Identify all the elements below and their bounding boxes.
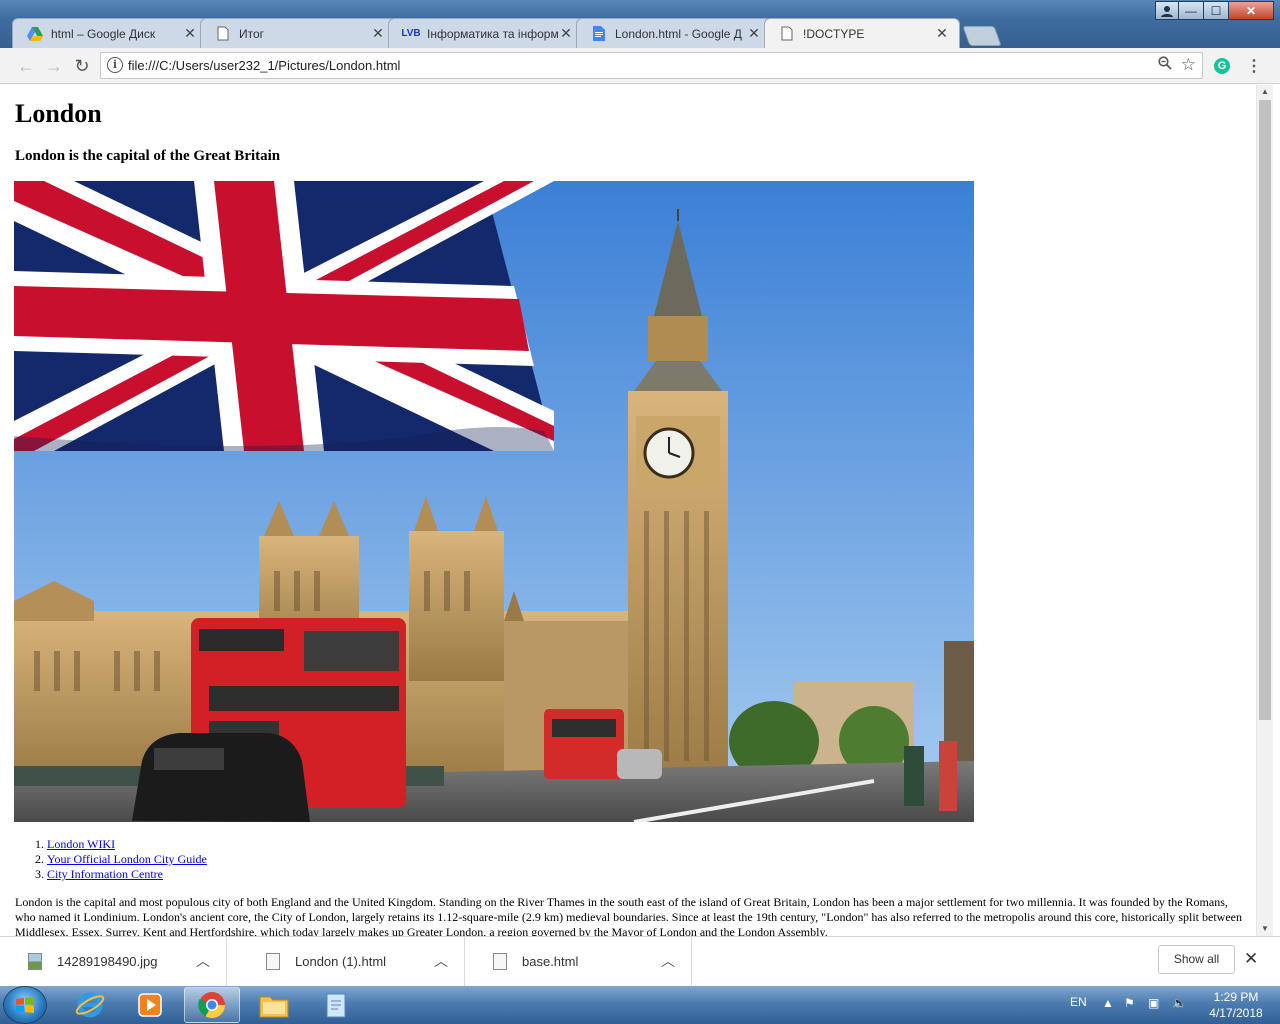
download-filename: 14289198490.jpg xyxy=(57,954,158,969)
document-icon xyxy=(215,26,231,42)
download-item[interactable]: 14289198490.jpg ︿ xyxy=(0,937,227,987)
page-subheading: London is the capital of the Great Brita… xyxy=(15,148,281,164)
scroll-down-arrow-icon[interactable]: ▼ xyxy=(1257,922,1273,936)
media-player-taskbar-icon[interactable] xyxy=(122,987,178,1023)
london-city-guide-link[interactable]: Your Official London City Guide xyxy=(47,852,207,866)
clock-date: 4/17/2018 xyxy=(1209,1006,1263,1020)
close-window-button[interactable]: ✕ xyxy=(1228,1,1274,20)
close-tab-icon[interactable]: ✕ xyxy=(935,25,949,42)
show-all-button[interactable]: Show all xyxy=(1158,945,1235,974)
windows-taskbar: EN ▲ ⚑ ▣ 🔈 1:29 PM 4/17/2018 xyxy=(0,986,1280,1024)
tab-london-google-docs[interactable]: London.html - Google Д ✕ xyxy=(576,18,772,48)
download-filename: London (1).html xyxy=(295,954,387,969)
volume-muted-icon[interactable]: 🔈 xyxy=(1172,996,1187,1010)
new-tab-button[interactable] xyxy=(962,26,1002,46)
vertical-scrollbar[interactable]: ▲ ▼ xyxy=(1256,85,1273,936)
browser-toolbar: ← → ↻ i file:///C:/Users/user232_1/Pictu… xyxy=(0,48,1280,84)
tab-title: Інформатика та інформа xyxy=(427,26,559,41)
minimize-button[interactable]: — xyxy=(1178,1,1204,20)
notepad-taskbar-icon[interactable] xyxy=(308,987,364,1023)
start-button[interactable] xyxy=(4,987,46,1023)
london-wiki-link[interactable]: London WIKI xyxy=(47,837,115,851)
action-center-flag-icon[interactable]: ⚑ xyxy=(1124,996,1135,1010)
show-hidden-icons-icon[interactable]: ▲ xyxy=(1102,996,1114,1010)
file-explorer-taskbar-icon[interactable] xyxy=(246,987,302,1023)
info-icon[interactable]: i xyxy=(107,57,123,73)
clock-time: 1:29 PM xyxy=(1213,990,1259,1004)
language-indicator[interactable]: EN xyxy=(1070,995,1087,1009)
network-icon[interactable]: ▣ xyxy=(1148,996,1159,1010)
page-heading: London xyxy=(15,99,102,128)
chevron-up-icon[interactable]: ︿ xyxy=(661,951,675,971)
browser-menu-button[interactable]: ⋮ xyxy=(1246,56,1262,76)
close-tab-icon[interactable]: ✕ xyxy=(747,25,761,42)
reload-button[interactable]: ↻ xyxy=(70,54,94,78)
windows-logo-icon xyxy=(16,997,34,1013)
tab-google-drive[interactable]: html – Google Диск ✕ xyxy=(12,18,208,48)
maximize-button[interactable]: ☐ xyxy=(1203,1,1229,20)
tab-title: Итог xyxy=(239,26,265,41)
html-file-icon xyxy=(493,953,507,970)
description-paragraph: London is the capital and most populous … xyxy=(15,895,1242,936)
lvb-icon: LVB xyxy=(401,28,421,39)
download-shelf: 14289198490.jpg ︿ London (1).html ︿ base… xyxy=(0,936,1280,987)
tab-title: !DOCTYPE xyxy=(803,26,865,41)
system-tray: EN ▲ ⚑ ▣ 🔈 1:29 PM 4/17/2018 xyxy=(1062,986,1280,1024)
bookmark-star-icon[interactable]: ☆ xyxy=(1181,55,1196,75)
chevron-up-icon[interactable]: ︿ xyxy=(434,951,448,971)
close-tab-icon[interactable]: ✕ xyxy=(371,25,385,42)
list-item: London WIKI xyxy=(47,837,207,852)
grammarly-extension-icon[interactable]: G xyxy=(1214,58,1230,74)
tab-itog[interactable]: Итог ✕ xyxy=(200,18,396,48)
html-file-icon xyxy=(266,953,280,970)
forward-button[interactable]: → xyxy=(42,54,66,78)
window-controls: — ☐ ✕ xyxy=(1155,1,1274,20)
tab-title: London.html - Google Д xyxy=(615,26,742,41)
tab-doctype[interactable]: !DOCTYPE ✕ xyxy=(764,18,960,48)
tab-title: html – Google Диск xyxy=(51,26,156,41)
list-item: City Information Centre xyxy=(47,867,207,882)
download-item[interactable]: London (1).html ︿ xyxy=(238,937,465,987)
city-information-centre-link[interactable]: City Information Centre xyxy=(47,867,163,881)
address-bar[interactable]: i file:///C:/Users/user232_1/Pictures/Lo… xyxy=(100,52,1203,79)
chevron-up-icon[interactable]: ︿ xyxy=(196,951,210,971)
close-tab-icon[interactable]: ✕ xyxy=(183,25,197,42)
browser-title-bar: html – Google Диск ✕ Итог ✕ LVB Інформат… xyxy=(0,0,1280,48)
download-item[interactable]: base.html ︿ xyxy=(465,937,692,987)
url-text[interactable]: file:///C:/Users/user232_1/Pictures/Lond… xyxy=(128,58,400,73)
links-list: London WIKI Your Official London City Gu… xyxy=(15,837,207,882)
close-shelf-icon[interactable]: ✕ xyxy=(1244,949,1258,969)
document-icon xyxy=(779,26,795,42)
google-drive-icon xyxy=(27,26,43,42)
scrollbar-thumb[interactable] xyxy=(1259,100,1271,720)
tab-informatyka[interactable]: LVB Інформатика та інформа ✕ xyxy=(388,18,584,48)
tab-strip: html – Google Диск ✕ Итог ✕ LVB Інформат… xyxy=(12,18,1002,48)
google-docs-icon xyxy=(591,26,607,42)
chrome-taskbar-icon[interactable] xyxy=(184,987,240,1023)
list-item: Your Official London City Guide xyxy=(47,852,207,867)
back-button[interactable]: ← xyxy=(14,54,38,78)
scroll-up-arrow-icon[interactable]: ▲ xyxy=(1257,85,1273,99)
user-profile-icon[interactable] xyxy=(1155,1,1179,20)
close-tab-icon[interactable]: ✕ xyxy=(559,25,573,42)
image-file-icon xyxy=(28,953,42,970)
page-viewport: London London is the capital of the Grea… xyxy=(0,85,1256,936)
download-filename: base.html xyxy=(522,954,579,969)
london-photo xyxy=(14,181,974,822)
internet-explorer-taskbar-icon[interactable] xyxy=(62,987,118,1023)
zoom-icon[interactable] xyxy=(1158,56,1172,74)
clock[interactable]: 1:29 PM 4/17/2018 xyxy=(1200,989,1272,1021)
